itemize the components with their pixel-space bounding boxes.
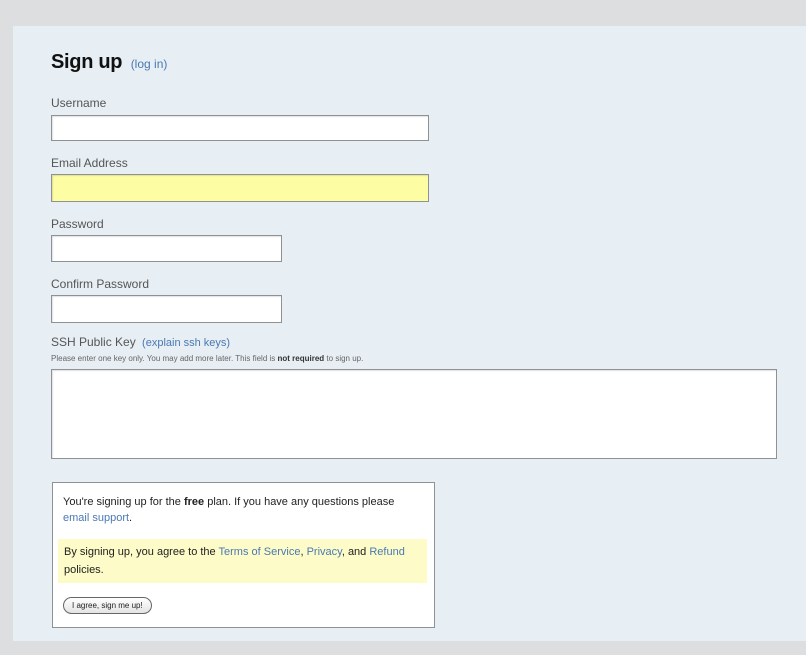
ssh-key-label-row: SSH Public Key (explain ssh keys): [51, 335, 230, 349]
page-title: Sign up: [51, 51, 123, 73]
password-label: Password: [51, 217, 104, 231]
ssh-hint-bold: not required: [277, 354, 325, 363]
plan-box: You're signing up for the free plan. If …: [52, 482, 435, 628]
agreement-text-end: policies.: [64, 564, 104, 576]
agreement-comma: ,: [300, 546, 304, 558]
email-label: Email Address: [51, 156, 128, 170]
ssh-hint-end: to sign up.: [326, 354, 364, 363]
ssh-key-textarea[interactable]: [51, 369, 777, 459]
refund-link[interactable]: Refund: [369, 546, 404, 558]
agreement-and: , and: [341, 546, 367, 558]
ssh-key-hint: Please enter one key only. You may add m…: [51, 354, 363, 363]
email-support-link[interactable]: email support: [63, 512, 129, 524]
agreement-text-pre: By signing up, you agree to the: [64, 546, 216, 558]
email-input[interactable]: [51, 174, 429, 202]
plan-text-end: .: [129, 512, 133, 524]
login-link[interactable]: (log in): [131, 57, 168, 71]
plan-text-pre: You're signing up for the: [63, 496, 181, 508]
explain-ssh-keys-link[interactable]: (explain ssh keys): [142, 337, 230, 349]
confirm-password-label: Confirm Password: [51, 277, 150, 291]
plan-text-mid: plan. If you have any questions please: [207, 496, 395, 508]
agreement-box: By signing up, you agree to the Terms of…: [58, 539, 427, 583]
privacy-link[interactable]: Privacy: [307, 546, 342, 558]
page-frame: Sign up (log in) Username Email Address …: [0, 0, 806, 655]
plan-name: free: [183, 496, 205, 508]
ssh-hint-text: Please enter one key only. You may add m…: [51, 354, 276, 363]
confirm-password-input[interactable]: [51, 295, 282, 323]
signup-submit-button[interactable]: I agree, sign me up!: [63, 597, 152, 614]
terms-of-service-link[interactable]: Terms of Service: [219, 546, 301, 558]
signup-panel: Sign up (log in) Username Email Address …: [13, 26, 806, 641]
plan-info: You're signing up for the free plan. If …: [63, 494, 423, 526]
username-label: Username: [51, 96, 107, 110]
agreement-text: By signing up, you agree to the Terms of…: [64, 543, 419, 579]
signup-header: Sign up (log in): [51, 51, 167, 74]
password-input[interactable]: [51, 235, 282, 262]
username-input[interactable]: [51, 115, 429, 141]
ssh-key-label: SSH Public Key: [51, 335, 136, 349]
